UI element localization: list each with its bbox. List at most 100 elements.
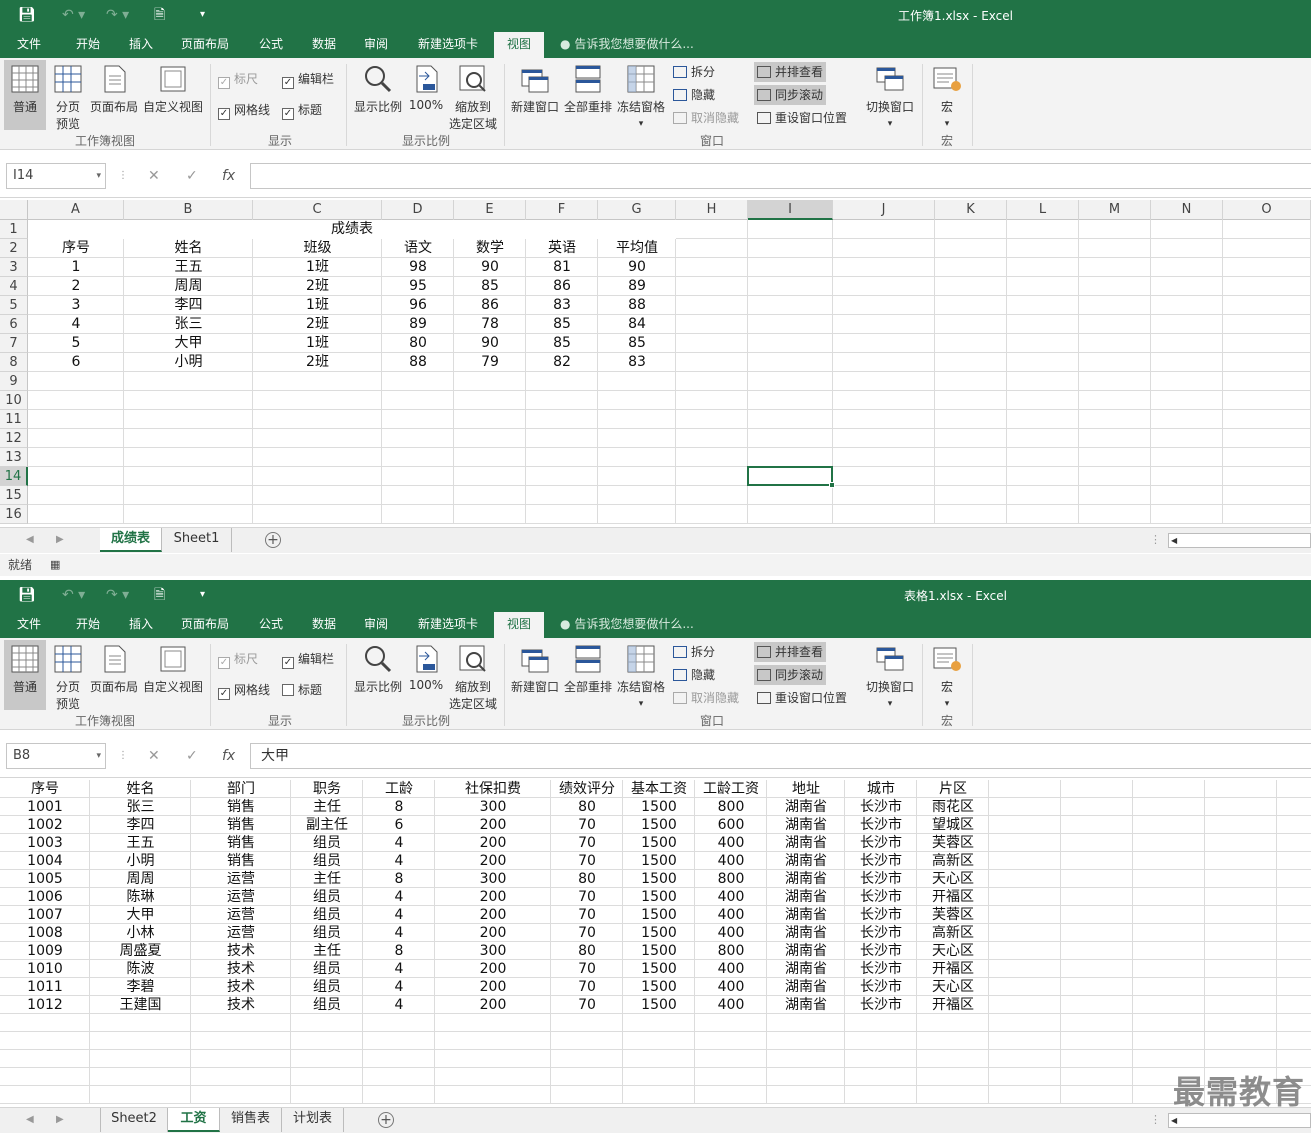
column-header[interactable]: N	[1151, 200, 1223, 220]
table-cell[interactable]: 70	[551, 960, 623, 978]
table-cell[interactable]: 1500	[623, 906, 695, 924]
table-header-cell[interactable]: 序号	[28, 239, 124, 258]
tab-file[interactable]: 文件	[6, 32, 52, 58]
horizontal-scrollbar[interactable]: ◀	[1168, 1113, 1311, 1128]
table-cell[interactable]: 70	[551, 852, 623, 870]
tab-home[interactable]: 开始	[62, 612, 114, 638]
table-cell[interactable]: 1班	[253, 296, 382, 315]
split-button[interactable]: 拆分	[670, 642, 718, 662]
table-cell[interactable]: 陈琳	[90, 888, 191, 906]
table-cell[interactable]: 湖南省	[767, 924, 845, 942]
table-cell[interactable]: 技术	[191, 978, 291, 996]
table-cell[interactable]: 周周	[124, 277, 253, 296]
table-cell[interactable]: 长沙市	[845, 870, 917, 888]
formula-input[interactable]: 大甲	[250, 743, 1311, 769]
scroll-right-icon[interactable]: ▶	[56, 1108, 64, 1132]
ruler-checkbox[interactable]: ✓ 标尺	[218, 70, 258, 89]
zoom-button[interactable]: 显示比例	[352, 640, 404, 710]
table-cell[interactable]: 运营	[191, 924, 291, 942]
tab-formulas[interactable]: 公式	[246, 612, 296, 638]
unhide-button[interactable]: 取消隐藏	[670, 688, 742, 708]
row-header[interactable]: 2	[0, 239, 28, 258]
reset-window-position-button[interactable]: 重设窗口位置	[754, 688, 850, 708]
table-cell[interactable]: 1003	[0, 834, 90, 852]
table-cell[interactable]: 200	[435, 816, 551, 834]
column-header[interactable]: F	[526, 200, 598, 220]
tab-new[interactable]: 新建选项卡	[408, 612, 488, 638]
table-cell[interactable]: 高新区	[917, 924, 989, 942]
table-cell[interactable]: 张三	[90, 798, 191, 816]
table-cell[interactable]: 4	[363, 996, 435, 1014]
table-cell[interactable]: 销售	[191, 798, 291, 816]
sheet-tab-plan[interactable]: 计划表	[282, 1108, 344, 1132]
table-cell[interactable]: 长沙市	[845, 852, 917, 870]
column-header[interactable]: O	[1223, 200, 1311, 220]
table-cell[interactable]: 86	[454, 296, 526, 315]
table-cell[interactable]: 湖南省	[767, 942, 845, 960]
table-cell[interactable]: 300	[435, 798, 551, 816]
table-cell[interactable]: 8	[363, 798, 435, 816]
tab-data[interactable]: 数据	[300, 612, 348, 638]
table-cell[interactable]: 1500	[623, 942, 695, 960]
table-cell[interactable]: 1002	[0, 816, 90, 834]
table-cell[interactable]: 78	[454, 315, 526, 334]
cancel-icon[interactable]: ✕	[148, 744, 160, 768]
table-cell[interactable]: 开福区	[917, 888, 989, 906]
column-header[interactable]: K	[935, 200, 1007, 220]
hide-button[interactable]: 隐藏	[670, 665, 718, 685]
formula-input[interactable]	[250, 163, 1311, 189]
table-cell[interactable]: 李四	[90, 816, 191, 834]
insert-function-icon[interactable]: fx	[222, 164, 235, 188]
table-cell[interactable]: 开福区	[917, 960, 989, 978]
table-cell[interactable]: 1011	[0, 978, 90, 996]
tab-insert[interactable]: 插入	[116, 612, 166, 638]
table-cell[interactable]: 小明	[90, 852, 191, 870]
table-cell[interactable]: 1500	[623, 870, 695, 888]
table-cell[interactable]: 85	[454, 277, 526, 296]
page-layout-button[interactable]: 页面布局	[88, 640, 140, 710]
table-cell[interactable]: 83	[526, 296, 598, 315]
column-header[interactable]: H	[676, 200, 748, 220]
gridlines-checkbox[interactable]: ✓ 网格线	[218, 681, 270, 700]
table-cell[interactable]: 4	[363, 834, 435, 852]
table-cell[interactable]: 销售	[191, 834, 291, 852]
scroll-left-icon[interactable]: ◀	[26, 1108, 34, 1132]
row-header[interactable]: 9	[0, 372, 28, 391]
table-cell[interactable]: 组员	[291, 852, 363, 870]
formula-bar-checkbox[interactable]: ✓ 编辑栏	[282, 70, 334, 89]
table-cell[interactable]: 1500	[623, 996, 695, 1014]
column-header[interactable]: C	[253, 200, 382, 220]
table-cell[interactable]: 79	[454, 353, 526, 372]
macros-button[interactable]: 宏 ▾	[926, 60, 968, 130]
add-sheet-icon[interactable]: +	[378, 1112, 394, 1128]
zoom-to-selection-button[interactable]: 缩放到 选定区域	[446, 60, 500, 131]
table-cell[interactable]: 6	[28, 353, 124, 372]
headings-checkbox[interactable]: ✓ 标题	[282, 101, 322, 120]
table-cell[interactable]: 主任	[291, 942, 363, 960]
table-cell[interactable]: 雨花区	[917, 798, 989, 816]
table-header-cell[interactable]: 职务	[291, 780, 363, 798]
custom-view-button[interactable]: 自定义视图	[142, 640, 204, 710]
table-cell[interactable]: 天心区	[917, 942, 989, 960]
table-cell[interactable]: 1009	[0, 942, 90, 960]
table-cell[interactable]: 2班	[253, 277, 382, 296]
table-cell[interactable]: 技术	[191, 960, 291, 978]
headings-checkbox[interactable]: 标题	[282, 681, 322, 699]
table-cell[interactable]: 2	[28, 277, 124, 296]
table-cell[interactable]: 200	[435, 960, 551, 978]
row-header[interactable]: 14	[0, 467, 28, 486]
table-cell[interactable]: 98	[382, 258, 454, 277]
table-cell[interactable]: 400	[695, 834, 767, 852]
table-cell[interactable]: 4	[363, 960, 435, 978]
tab-page-layout[interactable]: 页面布局	[172, 612, 238, 638]
new-window-button[interactable]: 新建窗口	[508, 60, 562, 130]
row-header[interactable]: 3	[0, 258, 28, 277]
table-cell[interactable]: 1007	[0, 906, 90, 924]
table-cell[interactable]: 200	[435, 852, 551, 870]
table-cell[interactable]: 90	[454, 258, 526, 277]
normal-view-button[interactable]: 普通	[4, 60, 46, 130]
table-cell[interactable]: 组员	[291, 996, 363, 1014]
table-cell[interactable]: 89	[598, 277, 676, 296]
table-cell[interactable]: 周盛夏	[90, 942, 191, 960]
table-cell[interactable]: 300	[435, 942, 551, 960]
